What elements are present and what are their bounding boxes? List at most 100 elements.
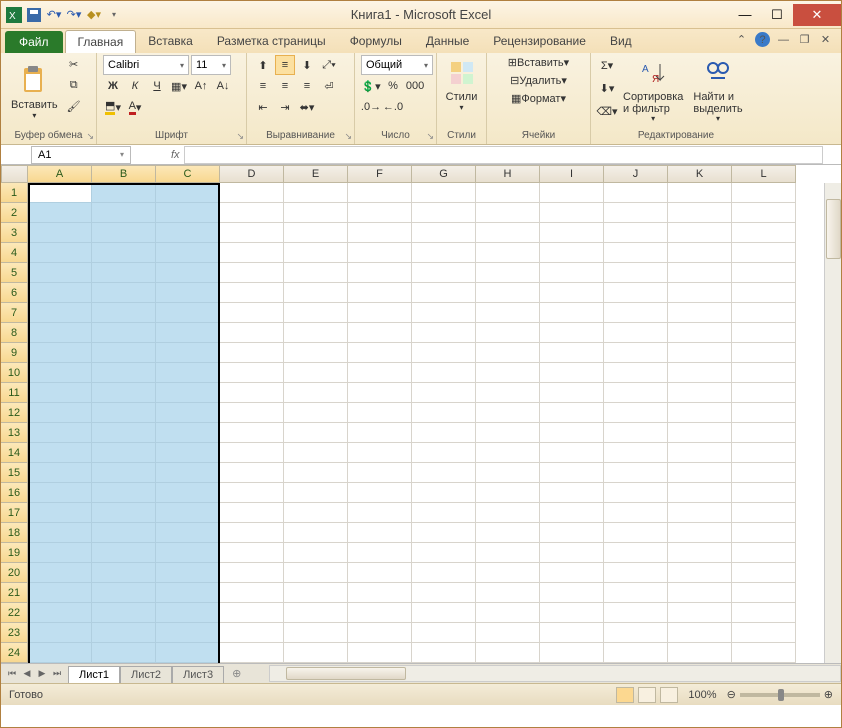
fill-color-icon[interactable]: ⬒▾	[103, 97, 123, 117]
cell[interactable]	[92, 543, 156, 563]
currency-icon[interactable]: 💲▾	[361, 76, 381, 96]
cell[interactable]	[348, 583, 412, 603]
column-header[interactable]: B	[92, 165, 156, 183]
row-header[interactable]: 2	[1, 203, 28, 223]
cell[interactable]	[348, 423, 412, 443]
cell[interactable]	[28, 203, 92, 223]
row-header[interactable]: 4	[1, 243, 28, 263]
sort-filter-button[interactable]: АЯ Сортировка и фильтр▾	[619, 55, 687, 126]
cell[interactable]	[220, 463, 284, 483]
window-restore-icon[interactable]: ❐	[797, 32, 812, 47]
cell[interactable]	[284, 583, 348, 603]
column-header[interactable]: C	[156, 165, 220, 183]
cell[interactable]	[156, 463, 220, 483]
cell[interactable]	[348, 263, 412, 283]
column-header[interactable]: K	[668, 165, 732, 183]
cell[interactable]	[540, 623, 604, 643]
cell[interactable]	[732, 503, 796, 523]
align-bottom-icon[interactable]: ⬇	[297, 55, 317, 75]
row-header[interactable]: 1	[1, 183, 28, 203]
cell[interactable]	[92, 603, 156, 623]
cell[interactable]	[92, 303, 156, 323]
row-header[interactable]: 12	[1, 403, 28, 423]
row-header[interactable]: 21	[1, 583, 28, 603]
cell[interactable]	[476, 303, 540, 323]
cell[interactable]	[540, 643, 604, 663]
cell[interactable]	[348, 523, 412, 543]
cell[interactable]	[28, 503, 92, 523]
cell[interactable]	[220, 603, 284, 623]
cell[interactable]	[348, 223, 412, 243]
cell[interactable]	[28, 363, 92, 383]
cell[interactable]	[156, 523, 220, 543]
sheet-nav-first-icon[interactable]: ⏮	[5, 668, 19, 679]
wrap-text-icon[interactable]: ⏎	[319, 76, 339, 96]
cell[interactable]	[668, 283, 732, 303]
cell[interactable]	[668, 203, 732, 223]
cell[interactable]	[28, 323, 92, 343]
cell[interactable]	[284, 283, 348, 303]
minimize-button[interactable]: —	[729, 4, 761, 26]
cell[interactable]	[540, 503, 604, 523]
cell[interactable]	[92, 283, 156, 303]
cell[interactable]	[412, 523, 476, 543]
cell[interactable]	[476, 603, 540, 623]
cell[interactable]	[28, 243, 92, 263]
row-header[interactable]: 8	[1, 323, 28, 343]
cell[interactable]	[412, 503, 476, 523]
cell[interactable]	[604, 363, 668, 383]
cell[interactable]	[732, 623, 796, 643]
cell[interactable]	[732, 363, 796, 383]
row-header[interactable]: 13	[1, 423, 28, 443]
cell[interactable]	[348, 183, 412, 203]
cell[interactable]	[732, 523, 796, 543]
cell[interactable]	[220, 623, 284, 643]
cell[interactable]	[92, 503, 156, 523]
sheet-nav-next-icon[interactable]: ▶	[35, 668, 49, 679]
zoom-in-icon[interactable]: ⊕	[824, 688, 833, 701]
cell[interactable]	[732, 583, 796, 603]
cell[interactable]	[732, 403, 796, 423]
row-header[interactable]: 11	[1, 383, 28, 403]
row-header[interactable]: 14	[1, 443, 28, 463]
cell[interactable]	[220, 363, 284, 383]
cell[interactable]	[540, 223, 604, 243]
cell[interactable]	[284, 483, 348, 503]
cell[interactable]	[540, 283, 604, 303]
cell[interactable]	[540, 523, 604, 543]
cell[interactable]	[28, 443, 92, 463]
cell[interactable]	[156, 623, 220, 643]
cell[interactable]	[284, 503, 348, 523]
view-normal-icon[interactable]	[616, 687, 634, 703]
cell[interactable]	[284, 203, 348, 223]
cut-icon[interactable]: ✂	[64, 54, 84, 74]
cell[interactable]	[412, 263, 476, 283]
cell[interactable]	[92, 343, 156, 363]
cell[interactable]	[604, 263, 668, 283]
row-header[interactable]: 24	[1, 643, 28, 663]
cell[interactable]	[348, 283, 412, 303]
row-header[interactable]: 6	[1, 283, 28, 303]
cell[interactable]	[284, 343, 348, 363]
cell[interactable]	[476, 343, 540, 363]
cell[interactable]	[220, 423, 284, 443]
cell[interactable]	[604, 223, 668, 243]
copy-icon[interactable]: ⧉	[64, 75, 84, 95]
cell[interactable]	[476, 223, 540, 243]
cell[interactable]	[220, 263, 284, 283]
bold-button[interactable]: Ж	[103, 76, 123, 96]
cell[interactable]	[540, 463, 604, 483]
cell[interactable]	[28, 483, 92, 503]
cell[interactable]	[28, 383, 92, 403]
cell[interactable]	[668, 443, 732, 463]
qat-more-icon[interactable]: ◆▾	[85, 6, 103, 24]
cell[interactable]	[156, 223, 220, 243]
tab-вид[interactable]: Вид	[598, 30, 644, 53]
cell[interactable]	[732, 203, 796, 223]
cell[interactable]	[156, 423, 220, 443]
cell[interactable]	[732, 563, 796, 583]
clear-icon[interactable]: ⌫▾	[597, 101, 617, 121]
indent-increase-icon[interactable]: ⇥	[275, 97, 295, 117]
select-all-corner[interactable]	[1, 165, 28, 183]
shrink-font-icon[interactable]: A↓	[213, 76, 233, 96]
